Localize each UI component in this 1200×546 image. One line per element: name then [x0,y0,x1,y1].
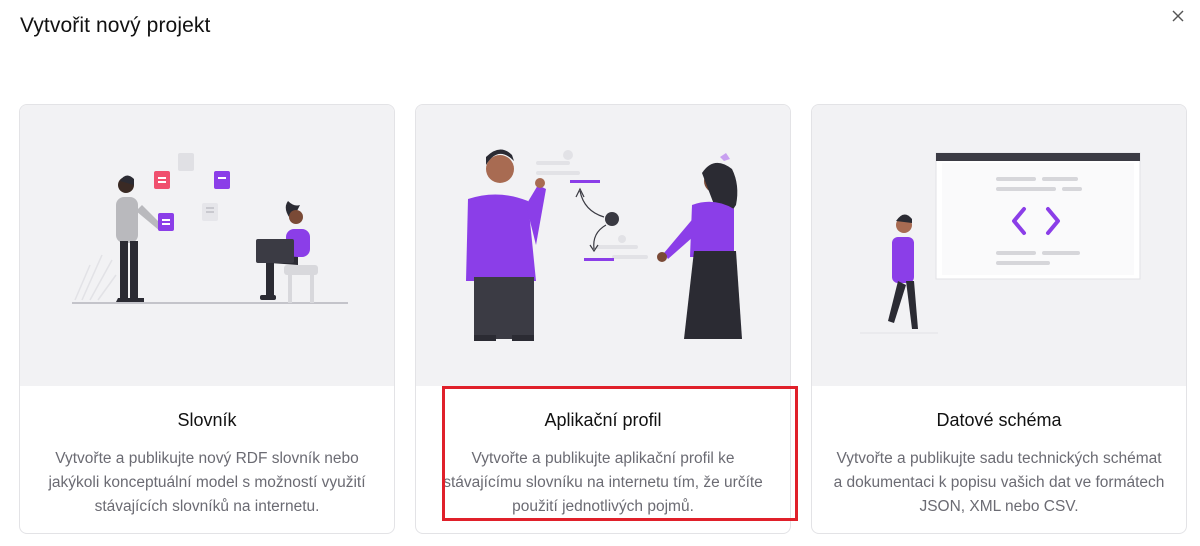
card-slovnik[interactable]: Slovník Vytvořte a publikujte nový RDF s… [19,104,395,534]
two-people-diagram-illustration [416,105,790,386]
project-type-cards: Slovník Vytvořte a publikujte nový RDF s… [19,104,1187,536]
card-title: Datové schéma [936,410,1062,430]
person-code-window-illustration [812,105,1186,386]
card-title: Aplikační profil [544,410,662,430]
close-icon[interactable] [1172,10,1184,22]
card-description: Vytvořte a publikujte sadu technických s… [833,450,1165,515]
card-title: Slovník [177,410,237,430]
card-description: Vytvořte a publikujte aplikační profil k… [443,450,763,515]
card-datove-schema[interactable]: Datové schéma Vytvořte a publikujte sadu… [811,104,1187,534]
create-project-dialog: Vytvořit nový projekt Slovník Vytvořte a… [0,0,1200,546]
card-description: Vytvořte a publikujte nový RDF slovník n… [48,450,366,515]
close-button[interactable] [1168,6,1188,26]
person-with-notes-illustration [20,105,394,386]
card-aplikacni-profil[interactable]: Aplikační profil Vytvořte a publikujte a… [415,104,791,534]
dialog-title: Vytvořit nový projekt [20,14,211,37]
